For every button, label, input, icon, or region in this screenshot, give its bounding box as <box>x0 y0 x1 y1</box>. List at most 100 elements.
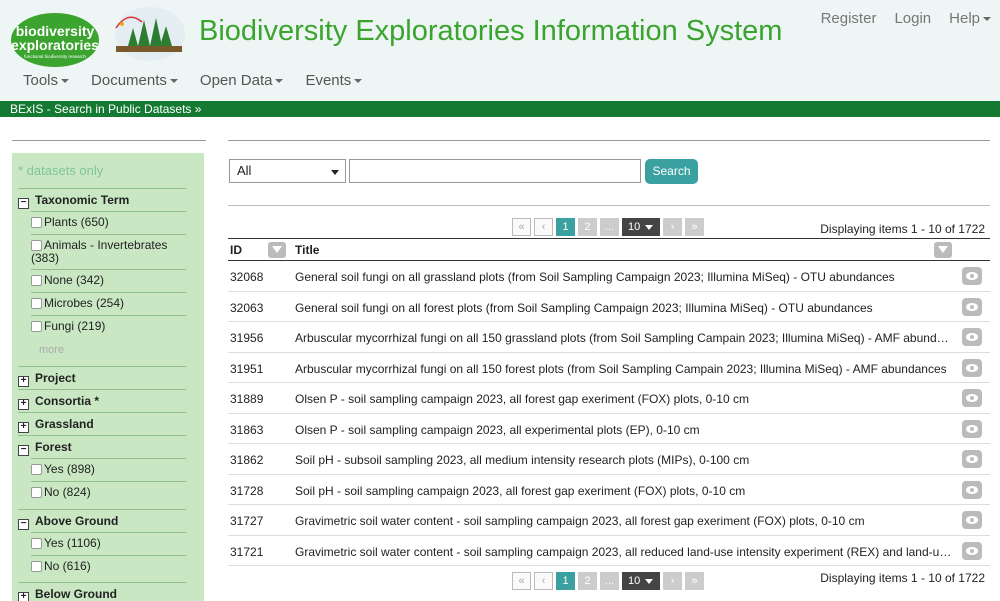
subbar[interactable]: BExIS - Search in Public Datasets » <box>0 101 1000 117</box>
eye-icon[interactable] <box>962 267 982 285</box>
collapse-icon[interactable]: − <box>18 445 29 456</box>
site-title[interactable]: Biodiversity Exploratories Information S… <box>199 15 782 48</box>
row-title[interactable]: General soil fungi on all grassland plot… <box>295 270 953 284</box>
eye-icon[interactable] <box>962 541 982 560</box>
row-title[interactable]: General soil fungi on all forest plots (… <box>295 301 953 315</box>
facet-option[interactable]: Plants (650) <box>31 211 186 234</box>
table-row[interactable]: 31951 Arbuscular mycorrhizal fungi on all… <box>228 353 990 383</box>
table-row[interactable]: 31863 Olsen P - soil sampling campaign 20… <box>228 414 990 444</box>
chevron-down-icon <box>645 578 654 584</box>
checkbox[interactable] <box>31 240 42 251</box>
row-title[interactable]: Gravimetric soil water content - soil sa… <box>295 545 953 559</box>
checkbox[interactable] <box>31 538 42 549</box>
menu-open-data[interactable]: Open Data <box>200 72 284 89</box>
eye-icon[interactable] <box>962 297 982 316</box>
page-button[interactable]: 1 <box>556 218 575 236</box>
table-row[interactable]: 31728 Soil pH - soil sampling campaign 20… <box>228 475 990 505</box>
row-title[interactable]: Olsen P - soil sampling campaign 2023, a… <box>295 423 953 437</box>
menu-events[interactable]: Events <box>305 72 363 89</box>
eye-icon[interactable] <box>962 389 982 407</box>
filter-icon[interactable] <box>268 242 286 258</box>
first-page-button[interactable]: « <box>512 218 531 236</box>
next-page-button[interactable]: › <box>663 218 682 236</box>
facet-sidebar: * datasets only − Taxonomic Term Plants (… <box>12 153 204 601</box>
facet-option[interactable]: No (616) <box>31 555 186 578</box>
row-title[interactable]: Soil pH - soil sampling campaign 2023, a… <box>295 484 953 498</box>
facet-option[interactable]: Yes (1106) <box>31 532 186 555</box>
collapse-icon[interactable]: − <box>18 198 29 209</box>
expand-icon[interactable]: + <box>18 376 29 387</box>
page-size-select[interactable]: 10 <box>622 572 660 590</box>
eye-icon[interactable] <box>962 450 982 468</box>
facet-label: Project <box>35 371 76 385</box>
table-row[interactable]: 31721 Gravimetric soil water content - so… <box>228 536 990 566</box>
login-link[interactable]: Login <box>894 10 931 27</box>
eye-icon[interactable] <box>962 419 982 438</box>
next-page-button[interactable]: › <box>663 572 682 590</box>
register-link[interactable]: Register <box>821 10 877 27</box>
prev-page-button[interactable]: ‹ <box>534 218 553 236</box>
expand-icon[interactable]: + <box>18 422 29 433</box>
collapse-icon[interactable]: − <box>18 519 29 530</box>
page-button[interactable]: 2 <box>578 572 597 590</box>
facet-option[interactable]: Yes (898) <box>31 458 186 481</box>
last-page-button[interactable]: » <box>685 572 704 590</box>
facet-option[interactable]: Fungi (219) <box>31 315 186 338</box>
row-title[interactable]: Olsen P - soil sampling campaign 2023, a… <box>295 392 953 406</box>
menu-documents[interactable]: Documents <box>91 72 178 89</box>
table-row[interactable]: 31956 Arbuscular mycorrhizal fungi on all… <box>228 322 990 353</box>
prev-page-button[interactable]: ‹ <box>534 572 553 590</box>
table-row[interactable]: 31889 Olsen P - soil sampling campaign 20… <box>228 383 990 414</box>
row-title[interactable]: Arbuscular mycorrhizal fungi on all 150 … <box>295 362 953 376</box>
page-button[interactable]: 1 <box>556 572 575 590</box>
expand-icon[interactable]: + <box>18 592 29 601</box>
last-page-button[interactable]: » <box>685 218 704 236</box>
checkbox[interactable] <box>31 561 42 572</box>
facet-consortia[interactable]: + Consortia * <box>18 389 186 411</box>
facet-option[interactable]: Animals - Invertebrates (383) <box>31 234 186 269</box>
checkbox[interactable] <box>31 298 42 309</box>
facet-taxonomic-term[interactable]: − Taxonomic Term <box>18 188 186 210</box>
checkbox[interactable] <box>31 487 42 498</box>
page-button[interactable]: 2 <box>578 218 597 236</box>
facet-project[interactable]: + Project <box>18 366 186 388</box>
divider <box>12 140 206 141</box>
facet-grassland[interactable]: + Grassland <box>18 412 186 434</box>
search-input[interactable] <box>349 159 641 183</box>
logo[interactable]: biodiversity exploratories functional bi… <box>10 6 186 68</box>
eye-icon[interactable] <box>962 511 982 529</box>
eye-icon[interactable] <box>962 328 982 346</box>
row-id: 31956 <box>230 331 264 345</box>
row-title[interactable]: Soil pH - subsoil sampling 2023, all med… <box>295 453 953 467</box>
checkbox[interactable] <box>31 217 42 228</box>
table-row[interactable]: 31727 Gravimetric soil water content - so… <box>228 505 990 536</box>
column-title[interactable]: Title <box>295 243 319 257</box>
search-button[interactable]: Search <box>645 159 698 184</box>
menu-tools[interactable]: Tools <box>23 72 70 89</box>
facet-option[interactable]: No (824) <box>31 481 186 504</box>
first-page-button[interactable]: « <box>512 572 531 590</box>
facet-option[interactable]: None (342) <box>31 269 186 292</box>
checkbox[interactable] <box>31 321 42 332</box>
eye-icon[interactable] <box>962 480 982 499</box>
table-row[interactable]: 32063 General soil fungi on all forest pl… <box>228 292 990 322</box>
facet-above-ground[interactable]: − Above Ground <box>18 509 186 531</box>
checkbox[interactable] <box>31 464 42 475</box>
table-row[interactable]: 32068 General soil fungi on all grassland… <box>228 261 990 292</box>
facet-option[interactable]: Microbes (254) <box>31 292 186 315</box>
row-title[interactable]: Gravimetric soil water content - soil sa… <box>295 514 953 528</box>
filter-icon[interactable] <box>934 242 952 258</box>
row-title[interactable]: Arbuscular mycorrhizal fungi on all 150 … <box>295 331 953 345</box>
table-row[interactable]: 31862 Soil pH - subsoil sampling 2023, al… <box>228 444 990 475</box>
expand-icon[interactable]: + <box>18 399 29 410</box>
page-size-select[interactable]: 10 <box>622 218 660 236</box>
column-id[interactable]: ID <box>230 243 242 257</box>
facet-forest[interactable]: − Forest <box>18 435 186 457</box>
eye-icon[interactable] <box>962 358 982 377</box>
facet-below-ground[interactable]: + Below Ground <box>18 582 186 601</box>
row-id: 31889 <box>230 392 264 406</box>
search-scope-select[interactable]: All <box>229 159 346 183</box>
checkbox[interactable] <box>31 275 42 286</box>
more-link[interactable]: more <box>39 344 64 356</box>
help-menu[interactable]: Help <box>949 10 991 27</box>
